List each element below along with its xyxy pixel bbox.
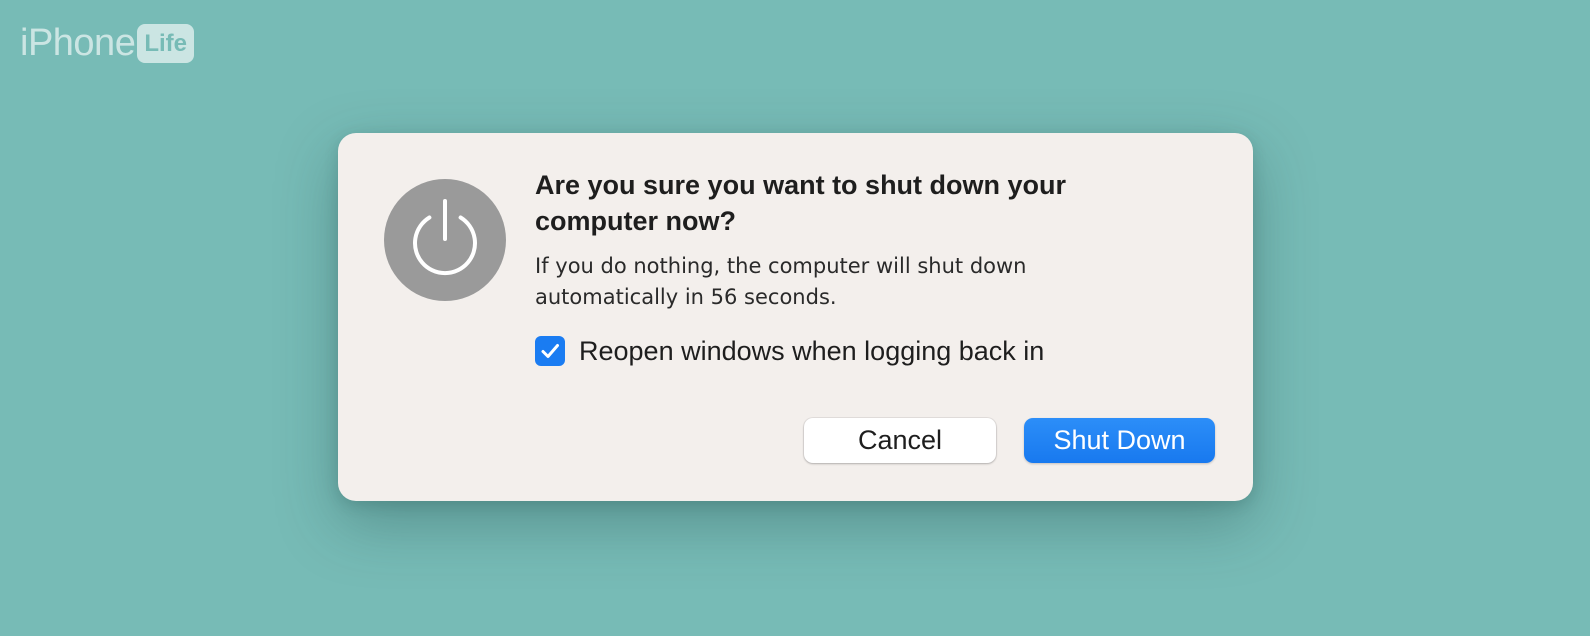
- iphone-life-watermark: iPhone Life: [20, 24, 194, 63]
- dialog-title: Are you sure you want to shut down your …: [535, 170, 1067, 236]
- shutdown-dialog: Are you sure you want to shut down your …: [338, 133, 1253, 501]
- dialog-content: Are you sure you want to shut down your …: [535, 167, 1215, 367]
- cancel-button[interactable]: Cancel: [804, 418, 996, 463]
- reopen-windows-option[interactable]: Reopen windows when logging back in: [535, 335, 1215, 367]
- shut-down-button[interactable]: Shut Down: [1024, 418, 1215, 463]
- watermark-brand-text: iPhone: [20, 22, 136, 65]
- checkmark-icon: [541, 344, 559, 358]
- dialog-message: If you do nothing, the computer will shu…: [535, 254, 1027, 309]
- power-icon: [384, 179, 506, 301]
- reopen-windows-checkbox[interactable]: [535, 336, 565, 366]
- reopen-windows-label[interactable]: Reopen windows when logging back in: [579, 335, 1044, 367]
- watermark-brand-box: Life: [137, 24, 194, 63]
